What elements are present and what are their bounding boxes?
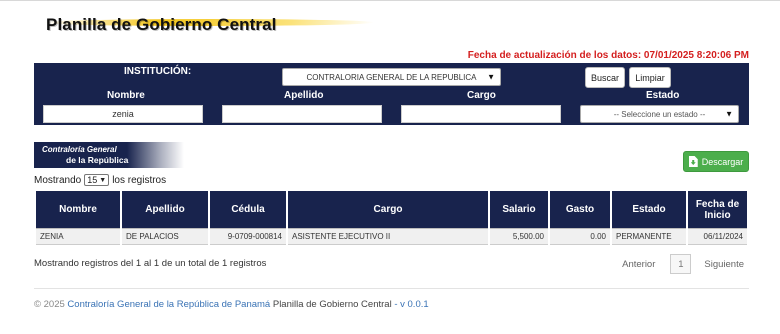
chevron-down-icon: ▼ xyxy=(99,176,107,184)
chevron-down-icon: ▼ xyxy=(725,109,733,119)
apellido-input[interactable] xyxy=(222,105,382,123)
top-border xyxy=(0,0,780,1)
estado-label: Estado xyxy=(646,90,680,101)
col-header-cargo[interactable]: Cargo xyxy=(288,191,488,229)
chevron-down-icon: ▼ xyxy=(487,72,495,82)
cell-salario: 5,500.00 xyxy=(490,229,548,245)
pagination-page-1[interactable]: 1 xyxy=(670,254,692,274)
page-length-select[interactable]: 15 ▼ xyxy=(84,174,110,186)
col-header-estado[interactable]: Estado xyxy=(612,191,686,229)
file-download-icon xyxy=(688,156,698,167)
cell-apellido: DE PALACIOS xyxy=(122,229,208,245)
cell-fecha-inicio: 06/11/2024 xyxy=(688,229,747,245)
cell-nombre: ZENIA xyxy=(36,229,120,245)
filter-panel: INSTITUCIÓN: CONTRALORIA GENERAL DE LA R… xyxy=(34,63,749,125)
table-row[interactable]: ZENIA DE PALACIOS 9-0709-000814 ASISTENT… xyxy=(36,229,747,245)
cell-cedula: 9-0709-000814 xyxy=(210,229,286,245)
table-info: Mostrando registros del 1 al 1 de un tot… xyxy=(34,258,267,269)
clear-button[interactable]: Limpiar xyxy=(629,67,671,88)
table-header-row: Nombre Apellido Cédula Cargo Salario Gas… xyxy=(36,191,747,229)
col-header-cedula[interactable]: Cédula xyxy=(210,191,286,229)
footer-org-link[interactable]: Contraloría General de la República de P… xyxy=(67,299,270,310)
logo-line-1: Contraloría General xyxy=(42,145,117,154)
cell-gasto: 0.00 xyxy=(550,229,610,245)
pagination: Anterior 1 Siguiente xyxy=(622,254,744,274)
download-button[interactable]: Descargar xyxy=(683,151,749,172)
institucion-select-value: CONTRALORIA GENERAL DE LA REPUBLICA xyxy=(306,72,477,82)
cell-cargo: ASISTENTE EJECUTIVO II xyxy=(288,229,488,245)
nombre-input[interactable]: zenia xyxy=(43,105,203,123)
footer: © 2025 Contraloría General de la Repúbli… xyxy=(34,299,429,310)
update-timestamp: Fecha de actualización de los datos: 07/… xyxy=(467,50,749,61)
estado-select-value: -- Seleccione un estado -- xyxy=(613,109,706,119)
col-header-gasto[interactable]: Gasto xyxy=(550,191,610,229)
download-button-label: Descargar xyxy=(701,156,744,167)
estado-select[interactable]: -- Seleccione un estado -- ▼ xyxy=(580,105,739,123)
footer-version: - v 0.0.1 xyxy=(394,299,429,310)
nombre-label: Nombre xyxy=(107,90,145,101)
col-header-apellido[interactable]: Apellido xyxy=(122,191,208,229)
footer-app-name: Planilla de Gobierno Central xyxy=(272,299,392,310)
length-menu-suffix: los registros xyxy=(112,174,167,186)
pagination-next[interactable]: Siguiente xyxy=(704,259,744,270)
cargo-label: Cargo xyxy=(467,90,496,101)
page-length-value: 15 xyxy=(87,175,98,185)
col-header-salario[interactable]: Salario xyxy=(490,191,548,229)
cargo-input[interactable] xyxy=(401,105,561,123)
col-header-nombre[interactable]: Nombre xyxy=(36,191,120,229)
results-table: Nombre Apellido Cédula Cargo Salario Gas… xyxy=(34,191,749,245)
logo-line-2: de la República xyxy=(66,155,129,165)
length-menu: Mostrando 15 ▼ los registros xyxy=(34,174,166,186)
institucion-select[interactable]: CONTRALORIA GENERAL DE LA REPUBLICA ▼ xyxy=(282,68,501,86)
footer-divider xyxy=(34,288,749,289)
pagination-previous[interactable]: Anterior xyxy=(622,259,655,270)
cell-estado: PERMANENTE xyxy=(612,229,686,245)
institucion-label: INSTITUCIÓN: xyxy=(124,66,192,77)
contraloria-logo: Contraloría General de la República xyxy=(34,142,184,168)
page-title: Planilla de Gobierno Central xyxy=(46,15,277,34)
search-button[interactable]: Buscar xyxy=(585,67,625,88)
length-menu-prefix: Mostrando xyxy=(34,174,82,186)
footer-copyright: © 2025 xyxy=(34,299,65,310)
apellido-label: Apellido xyxy=(284,90,324,101)
col-header-fecha-inicio[interactable]: Fecha de Inicio xyxy=(688,191,747,229)
